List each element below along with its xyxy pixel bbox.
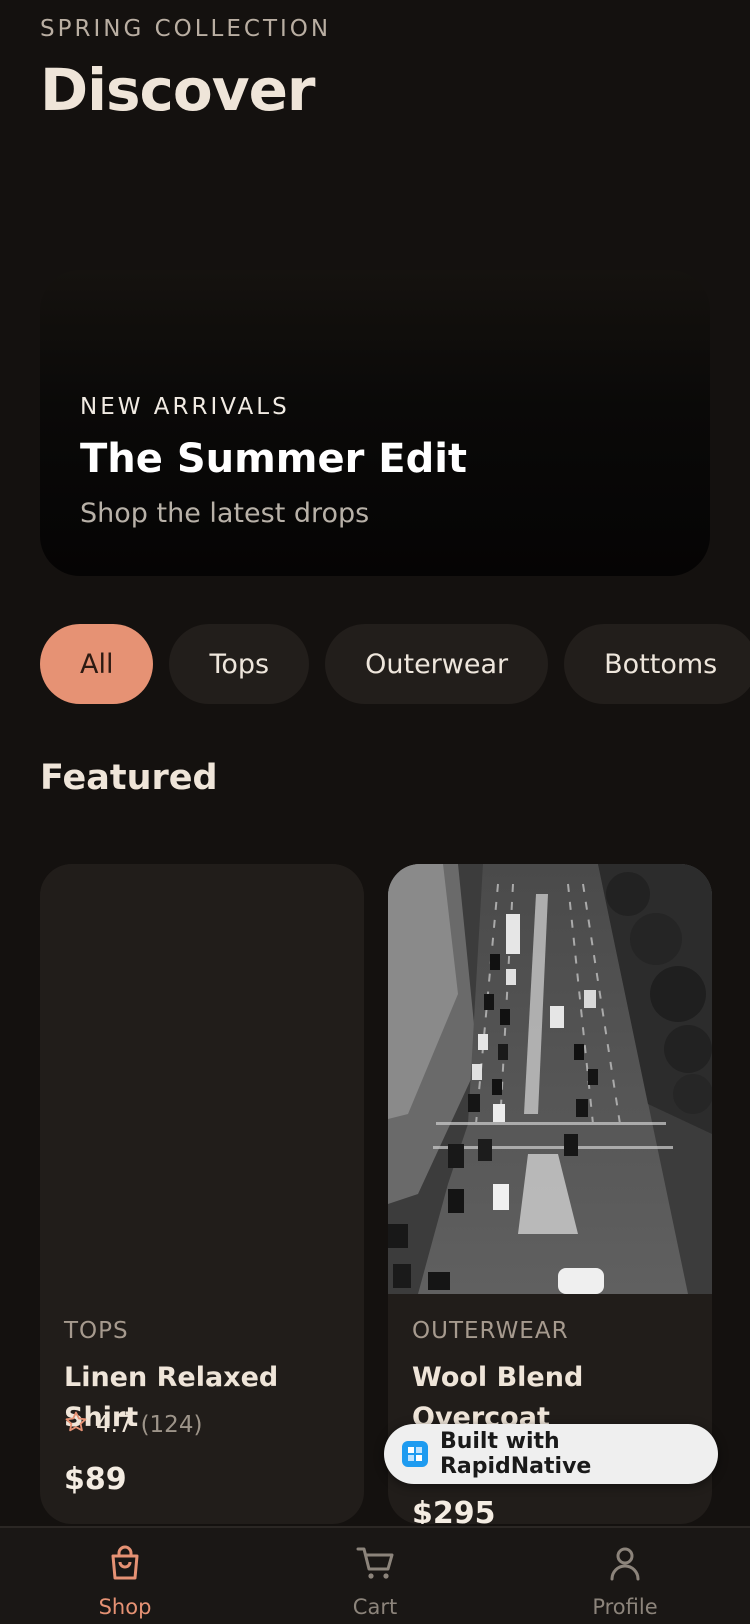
badge-label: Built with RapidNative <box>439 1429 592 1479</box>
category-chip-all[interactable]: All <box>40 624 154 704</box>
star-icon <box>64 1410 88 1440</box>
category-chip-bottoms[interactable]: Bottoms <box>564 624 750 704</box>
category-chip-tops[interactable]: Tops <box>169 624 310 704</box>
product-price: $89 <box>64 1462 127 1497</box>
rating-value: 4.7 <box>96 1412 133 1438</box>
tab-cart-label: Cart <box>352 1595 398 1619</box>
tab-shop-label: Shop <box>98 1595 152 1619</box>
product-image-aerial-street <box>388 864 712 1294</box>
category-chip-outerwear[interactable]: Outerwear <box>325 624 549 704</box>
product-price: $295 <box>412 1496 496 1524</box>
cart-icon <box>354 1542 396 1589</box>
hero-banner[interactable]: NEW ARRIVALS The Summer Edit Shop the la… <box>40 270 710 576</box>
tab-cart[interactable]: Cart <box>295 1542 455 1619</box>
bottom-tab-bar: Shop Cart Profile <box>0 1526 750 1624</box>
tab-profile[interactable]: Profile <box>545 1542 705 1619</box>
hero-subtitle: Shop the latest drops <box>80 498 370 529</box>
product-card-linen-shirt[interactable]: TOPS Linen Relaxed Shirt 4.7 (124) $89 <box>40 864 364 1524</box>
category-filter-bar: All Tops Outerwear Bottoms <box>40 624 750 704</box>
product-category: TOPS <box>64 1318 129 1344</box>
page-title: Discover <box>40 56 316 124</box>
discover-screen: SPRING COLLECTION Discover NEW ARRIVALS … <box>0 0 750 1624</box>
tab-shop[interactable]: Shop <box>45 1542 205 1619</box>
collection-eyebrow: SPRING COLLECTION <box>40 16 332 42</box>
user-icon <box>604 1542 646 1589</box>
built-with-badge[interactable]: Built with RapidNative <box>384 1424 718 1484</box>
product-rating: 4.7 (124) <box>64 1410 202 1440</box>
featured-section-title: Featured <box>40 758 218 798</box>
review-count: (124) <box>140 1412 203 1438</box>
tab-profile-label: Profile <box>592 1595 658 1619</box>
product-image-placeholder <box>40 864 364 1294</box>
product-category: OUTERWEAR <box>412 1318 569 1344</box>
hero-title: The Summer Edit <box>80 436 468 482</box>
shopping-bag-icon <box>104 1542 146 1589</box>
rapidnative-logo-icon <box>402 1441 428 1467</box>
hero-eyebrow: NEW ARRIVALS <box>80 394 290 420</box>
